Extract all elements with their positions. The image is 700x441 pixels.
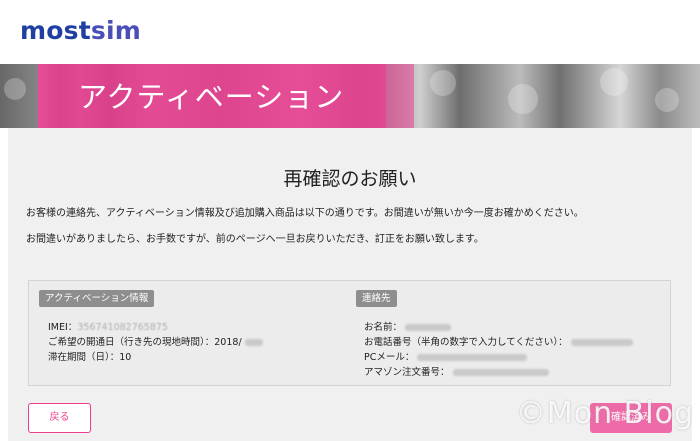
banner-photo-figure — [430, 70, 456, 96]
banner-photo-figure — [508, 84, 538, 114]
imei-value: 356741082765875 — [77, 322, 168, 333]
open-date-label: ご希望の開通日（行き先の現地時間）： — [48, 337, 215, 348]
back-button[interactable]: 戻る — [28, 403, 91, 433]
logo-text-most: most — [20, 16, 91, 45]
mostsim-logo[interactable]: mostsim — [20, 16, 141, 46]
imei-row: IMEI：356741082765875 — [48, 321, 168, 334]
contact-badge: 連絡先 — [356, 290, 397, 307]
email-label: PCメール： — [364, 352, 415, 363]
open-date-row: ご希望の開通日（行き先の現地時間）：2018/ — [48, 336, 263, 349]
stay-period-row: 滞在期間（日）：10 — [48, 351, 131, 364]
logo-text-sim: sim — [90, 16, 141, 45]
banner-pink-fade — [386, 64, 414, 128]
redacted-value — [244, 339, 263, 346]
confirm-button[interactable]: 確認済み — [590, 403, 672, 433]
correction-text: お間違いがありましたら、お手数ですが、前のページへ一旦お戻りいただき、訂正をお願… — [26, 234, 484, 245]
open-date-value: 2018/ — [214, 337, 242, 348]
stay-period-label: 滞在期間（日）： — [48, 352, 120, 363]
stay-period-value: 10 — [119, 352, 132, 363]
imei-label: IMEI： — [48, 322, 78, 333]
banner-photo-figure — [655, 88, 679, 112]
activation-info-badge: アクティベーション情報 — [39, 290, 155, 307]
instruction-text: お客様の連絡先、アクティベーション情報及び追加購入商品は以下の通りです。お間違い… — [26, 208, 584, 219]
redacted-value — [452, 369, 549, 376]
name-label: お名前： — [364, 322, 403, 333]
amazon-order-label: アマゾン注文番号： — [364, 367, 450, 378]
page-title: 再確認のお願い — [283, 168, 417, 190]
banner-photo-figure — [4, 78, 26, 100]
redacted-value — [417, 354, 528, 361]
phone-row: お電話番号（半角の数字で入力してください）： — [364, 336, 633, 349]
banner-title: アクティベーション — [78, 80, 345, 114]
redacted-value — [570, 339, 633, 346]
phone-label: お電話番号（半角の数字で入力してください）： — [364, 337, 568, 348]
banner-photo-figure — [600, 68, 628, 96]
amazon-order-row: アマゾン注文番号： — [364, 366, 549, 379]
redacted-value — [405, 324, 452, 331]
top-bar: mostsim — [0, 0, 700, 64]
name-row: お名前： — [364, 321, 452, 334]
email-row: PCメール： — [364, 351, 528, 364]
